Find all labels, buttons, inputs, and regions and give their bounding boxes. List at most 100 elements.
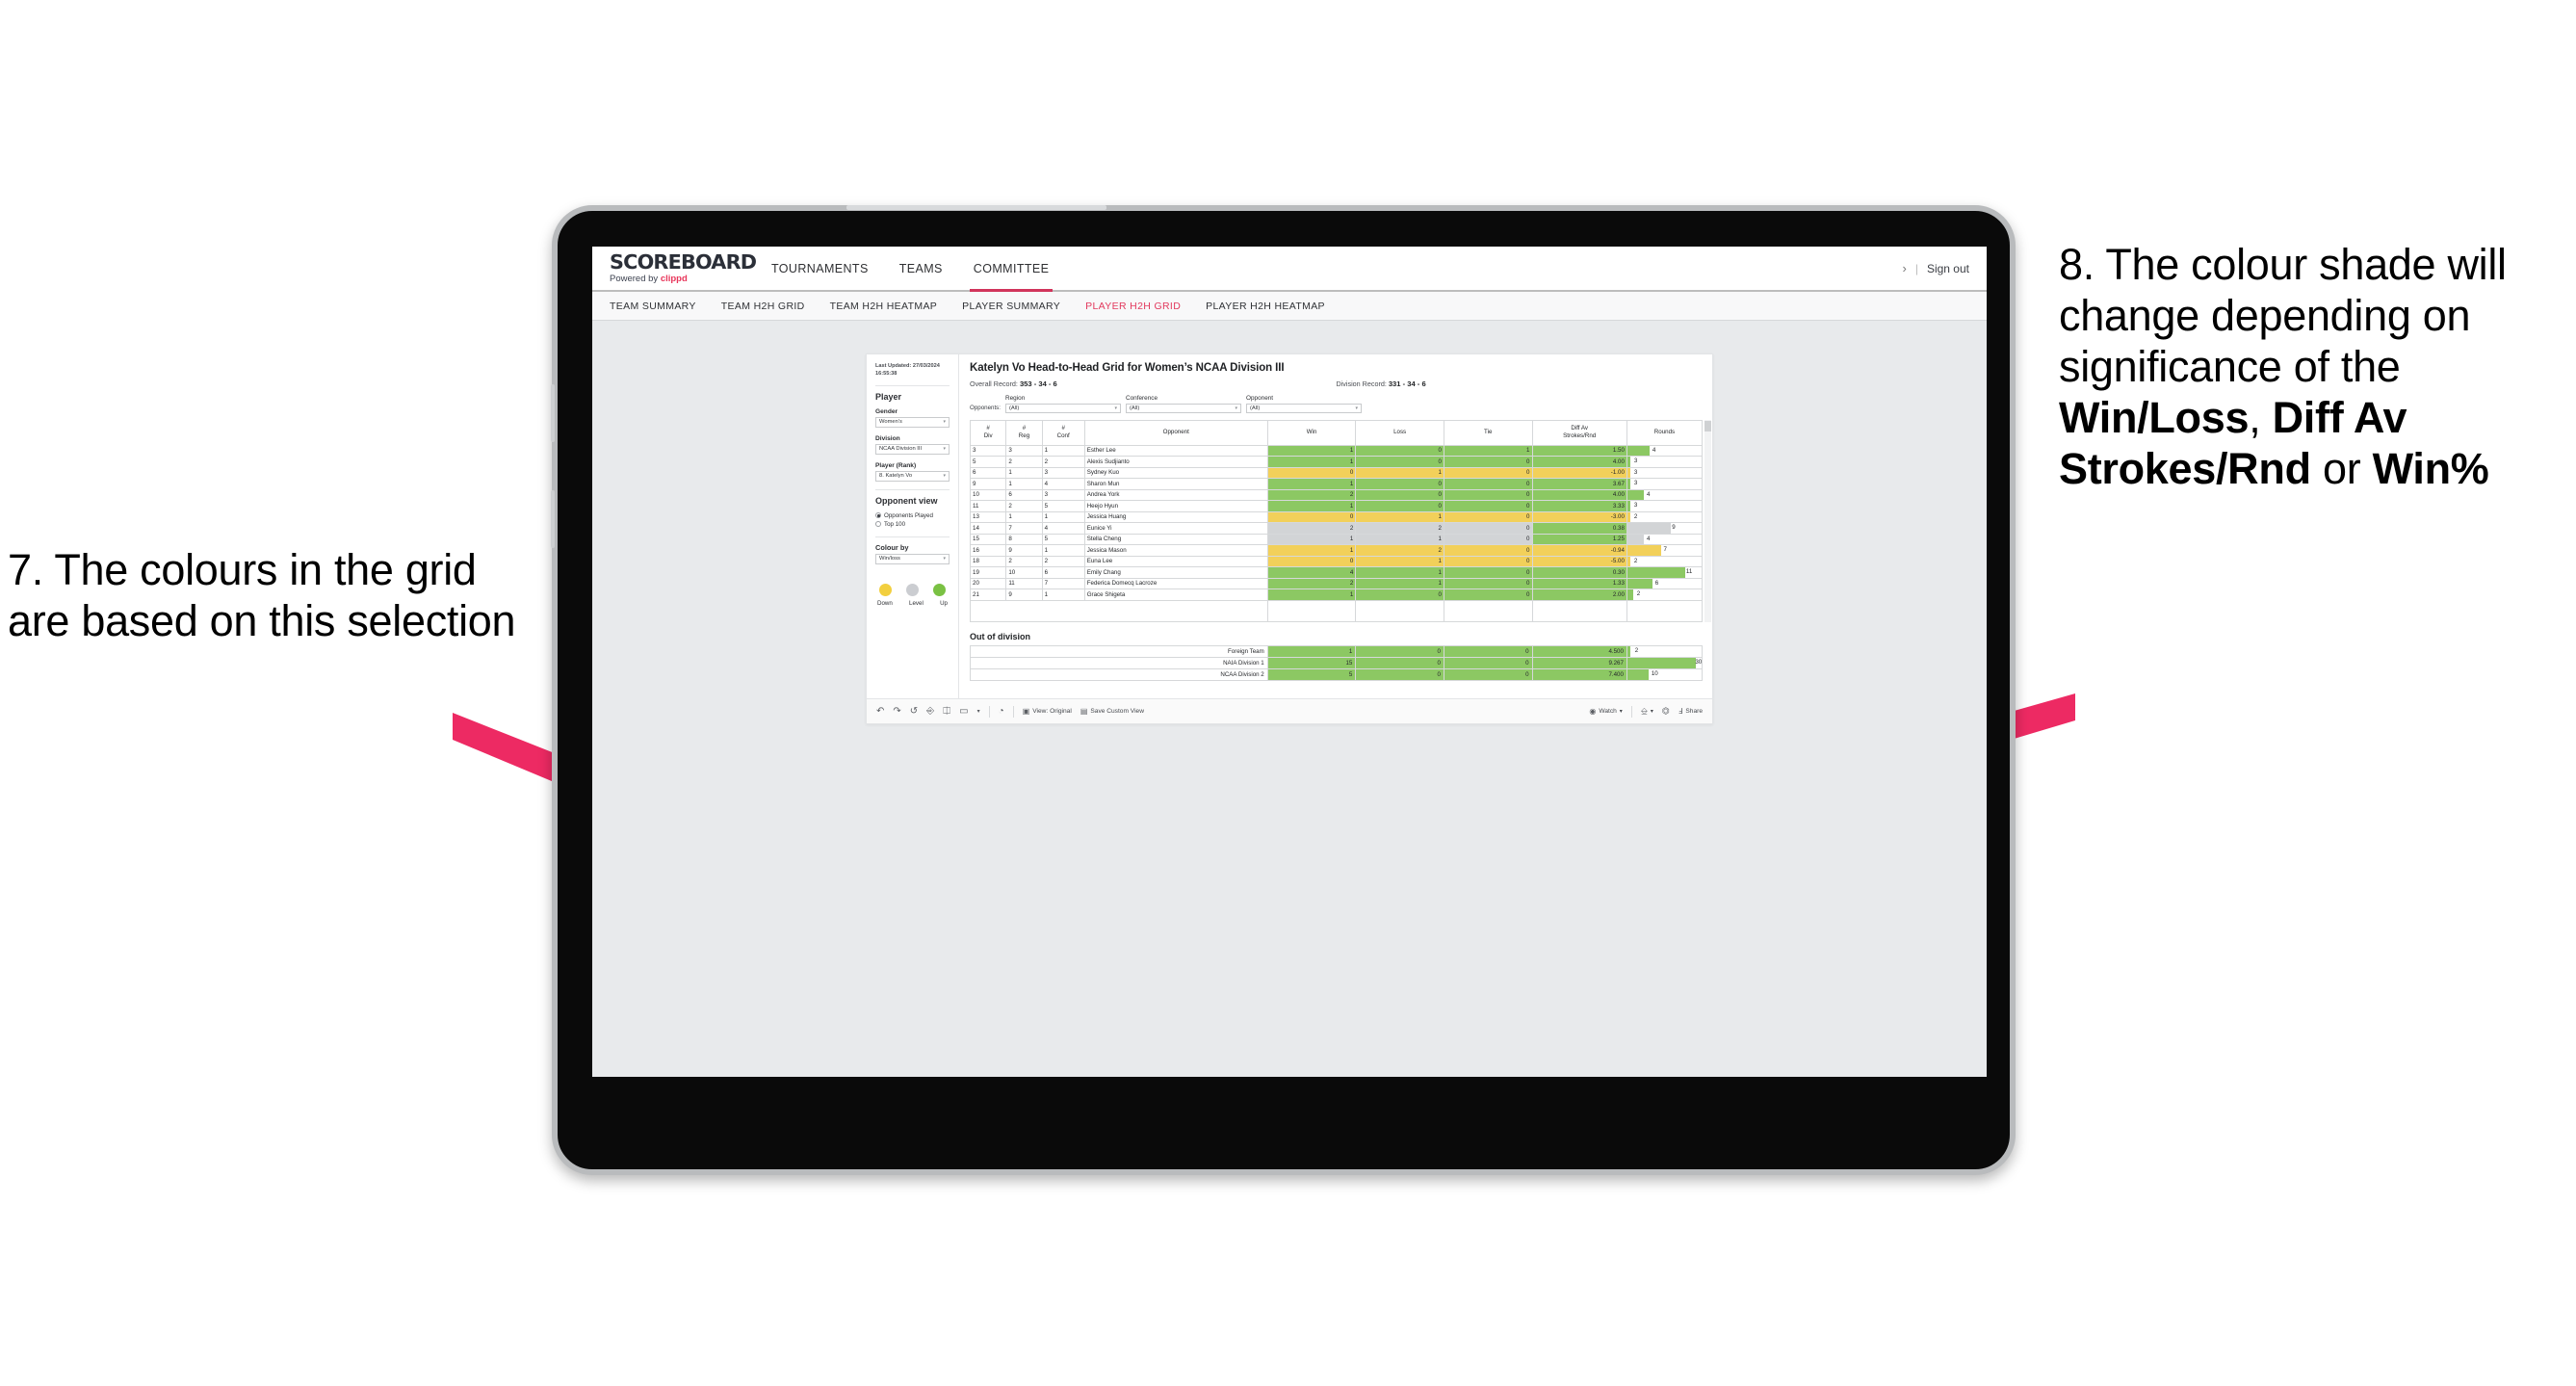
out-of-division-row[interactable]: Foreign Team 1 0 0 4.500 2 — [970, 644, 1704, 658]
rounds-value: 2 — [1636, 590, 1641, 597]
rounds-value: 3 — [1633, 480, 1638, 486]
subnav-player-summary[interactable]: PLAYER SUMMARY — [962, 301, 1060, 312]
history-icon[interactable]: ◔ — [999, 706, 1004, 717]
cell-loss: 1 — [1355, 533, 1444, 545]
division-select[interactable]: NCAA Division III ▾ — [875, 443, 950, 455]
col-opponent[interactable]: Opponent — [1083, 419, 1268, 446]
table-row[interactable]: 3 3 1 Esther Lee 1 0 1 1.50 4 — [969, 444, 1704, 457]
opponent-select[interactable]: (All) ▾ — [1246, 403, 1362, 413]
shape-icon[interactable]: ▭ — [959, 706, 968, 717]
sign-out-button[interactable]: Sign out — [1927, 262, 1969, 275]
opponent-value: (All) — [1250, 405, 1261, 411]
conference-select[interactable]: (All) ▾ — [1126, 403, 1241, 413]
rounds-bar — [1626, 479, 1630, 489]
col-reg-l2: Reg — [1018, 432, 1030, 439]
view-original-button[interactable]: ▣ View: Original — [1023, 707, 1072, 716]
table-row[interactable]: 6 1 3 Sydney Kuo 0 1 0 -1.00 3 — [969, 466, 1704, 479]
revert-icon[interactable]: ↺ — [910, 706, 918, 717]
undo-icon[interactable]: ↶ — [876, 706, 884, 717]
col-rounds[interactable]: Rounds — [1626, 419, 1704, 446]
table-row[interactable]: 18 2 2 Euna Lee 0 1 0 -5.00 2 — [969, 555, 1704, 567]
table-row[interactable]: 13 1 1 Jessica Huang 0 1 0 -3.00 2 — [969, 510, 1704, 523]
refresh-data-icon[interactable]: ⎅ — [943, 706, 950, 717]
nav-tab-committee[interactable]: COMMITTEE — [958, 247, 1065, 292]
col-div[interactable]: # Div — [969, 419, 1007, 446]
chevron-down-icon: ▾ — [1355, 405, 1358, 411]
col-tie[interactable]: Tie — [1443, 419, 1533, 446]
table-row[interactable]: 14 7 4 Eunice Yi 2 2 0 0.38 9 — [969, 522, 1704, 535]
col-reg[interactable]: # Reg — [1005, 419, 1043, 446]
cell-diff: -5.00 — [1531, 555, 1627, 567]
topnav-divider: | — [1914, 261, 1918, 275]
col-conf[interactable]: # Conf — [1041, 419, 1085, 446]
region-select[interactable]: (All) ▾ — [1005, 403, 1121, 413]
cell-div: 11 — [969, 500, 1007, 512]
table-row[interactable]: 9 1 4 Sharon Mun 1 0 0 3.67 3 — [969, 478, 1704, 490]
subnav-team-h2h-grid[interactable]: TEAM H2H GRID — [721, 301, 805, 312]
table-row[interactable]: 20 11 7 Federica Domecq Lacroze 2 1 0 1.33 6 — [969, 577, 1704, 589]
radio-opponents-played[interactable]: Opponents Played — [875, 512, 950, 519]
rounds-cell: 3 — [1626, 466, 1704, 479]
col-diff[interactable]: Diff Av Strokes/Rnd — [1531, 419, 1627, 446]
subnav-team-h2h-heatmap[interactable]: TEAM H2H HEATMAP — [830, 301, 938, 312]
col-loss[interactable]: Loss — [1355, 419, 1444, 446]
fullscreen-icon[interactable]: ⏣ — [1662, 707, 1670, 716]
subnav-player-h2h-grid[interactable]: PLAYER H2H GRID — [1085, 301, 1181, 312]
cell-conf: 3 — [1041, 488, 1085, 501]
tablet-screen: SCOREBOARD Powered by clippd TOURNAMENTS… — [592, 247, 1987, 1077]
gender-select[interactable]: Women’s ▾ — [875, 416, 950, 428]
subnav-player-h2h-heatmap[interactable]: PLAYER H2H HEATMAP — [1206, 301, 1325, 312]
empty-cell — [1626, 599, 1704, 622]
out-of-division-row[interactable]: NAIA Division 1 15 0 0 9.267 30 — [970, 656, 1704, 669]
watch-button[interactable]: ◉ Watch ▾ — [1589, 707, 1622, 716]
cell-diff: 1.50 — [1531, 444, 1627, 457]
radio-icon — [875, 521, 881, 528]
nav-tab-tournaments[interactable]: TOURNAMENTS — [756, 247, 884, 290]
cell-tie: 0 — [1443, 500, 1533, 512]
player-rank-select[interactable]: 8. Katelyn Vo ▾ — [875, 470, 950, 482]
cell-div: 20 — [969, 577, 1007, 589]
nav-tab-teams[interactable]: TEAMS — [884, 247, 958, 290]
table-scrollbar-track[interactable] — [1704, 419, 1711, 622]
download-button[interactable]: ⎒ ▾ — [1641, 707, 1653, 716]
table-row[interactable]: 15 8 5 Stella Cheng 1 1 0 1.25 4 — [969, 533, 1704, 545]
colour-by-select[interactable]: Win/loss ▾ — [875, 553, 950, 564]
chevron-right-icon[interactable]: › — [1902, 261, 1906, 275]
out-of-division-row[interactable]: NCAA Division 2 5 0 0 7.400 10 — [970, 667, 1704, 681]
brand-logo[interactable]: SCOREBOARD Powered by clippd — [592, 247, 757, 290]
rounds-bar — [1626, 556, 1630, 566]
cell-loss: 0 — [1355, 488, 1444, 501]
share-button[interactable]: Ⅎ Share — [1678, 707, 1703, 716]
rounds-cell: 2 — [1626, 588, 1704, 601]
h2h-table: # Div # Reg # Conf Opponent Win Loss Tie Di… — [969, 419, 1704, 622]
chevron-down-icon[interactable]: ▾ — [977, 709, 980, 715]
save-custom-view-button[interactable]: ▤ Save Custom View — [1080, 707, 1144, 716]
table-row[interactable]: 11 2 5 Heejo Hyun 1 0 0 3.33 3 — [969, 500, 1704, 512]
subnav-team-summary[interactable]: TEAM SUMMARY — [610, 301, 696, 312]
redo-icon[interactable]: ↷ — [893, 706, 900, 717]
rounds-cell: 6 — [1626, 577, 1704, 589]
col-win[interactable]: Win — [1266, 419, 1357, 446]
cell-win: 0 — [1266, 555, 1357, 567]
rounds-bar — [1626, 457, 1630, 467]
cell-loss: 0 — [1355, 444, 1444, 457]
cell-reg: 8 — [1005, 533, 1043, 545]
cell-tie: 0 — [1443, 456, 1533, 468]
brand-tagline: Powered by clippd — [610, 274, 756, 284]
rounds-bar — [1626, 567, 1686, 578]
last-updated-time: 16:55:38 — [875, 371, 898, 378]
table-row[interactable]: 10 6 3 Andrea York 2 0 0 4.00 4 — [969, 488, 1704, 501]
conference-value: (All) — [1130, 405, 1140, 411]
table-row[interactable]: 19 10 6 Emily Chang 4 1 0 0.30 11 — [969, 566, 1704, 579]
table-scrollbar-thumb[interactable] — [1704, 420, 1711, 431]
pause-auto-update-icon[interactable]: ⎆ — [926, 706, 934, 717]
last-updated-date: Last Updated: 27/03/2024 — [875, 363, 940, 369]
legend-label-down: Down — [877, 599, 893, 607]
cell-ood-diff: 4.500 — [1531, 644, 1627, 658]
table-row[interactable]: 5 2 2 Alexis Sudjianto 1 0 0 4.00 3 — [969, 456, 1704, 468]
cell-reg: 2 — [1005, 500, 1043, 512]
cell-win: 1 — [1266, 533, 1357, 545]
table-row-partial[interactable]: 21 9 1 Grace Shigeta 1 0 0 2.00 2 — [969, 588, 1704, 601]
radio-top-100[interactable]: Top 100 — [875, 521, 950, 528]
table-row[interactable]: 16 9 1 Jessica Mason 1 2 0 -0.94 7 — [969, 544, 1704, 557]
